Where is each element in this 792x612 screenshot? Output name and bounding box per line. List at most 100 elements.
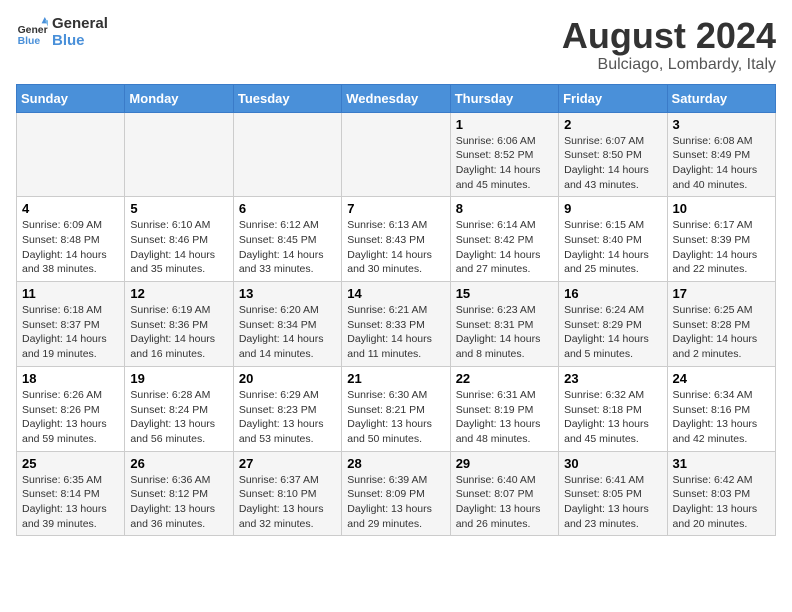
day-number: 6 bbox=[239, 201, 336, 216]
day-header-row: SundayMondayTuesdayWednesdayThursdayFrid… bbox=[17, 84, 776, 112]
day-info: Sunrise: 6:18 AMSunset: 8:37 PMDaylight:… bbox=[22, 303, 119, 362]
logo-icon: General Blue bbox=[16, 17, 48, 49]
day-info: Sunrise: 6:34 AMSunset: 8:16 PMDaylight:… bbox=[673, 388, 770, 447]
day-info: Sunrise: 6:37 AMSunset: 8:10 PMDaylight:… bbox=[239, 473, 336, 532]
day-info: Sunrise: 6:39 AMSunset: 8:09 PMDaylight:… bbox=[347, 473, 444, 532]
day-info: Sunrise: 6:35 AMSunset: 8:14 PMDaylight:… bbox=[22, 473, 119, 532]
day-number: 29 bbox=[456, 456, 553, 471]
calendar-cell: 2 Sunrise: 6:07 AMSunset: 8:50 PMDaylight… bbox=[559, 112, 667, 197]
week-row-5: 25 Sunrise: 6:35 AMSunset: 8:14 PMDayligh… bbox=[17, 451, 776, 536]
day-info: Sunrise: 6:20 AMSunset: 8:34 PMDaylight:… bbox=[239, 303, 336, 362]
day-number: 28 bbox=[347, 456, 444, 471]
day-number: 3 bbox=[673, 117, 770, 132]
page-header: General Blue General Blue August 2024 Bu… bbox=[16, 16, 776, 74]
day-info: Sunrise: 6:13 AMSunset: 8:43 PMDaylight:… bbox=[347, 218, 444, 277]
day-number: 7 bbox=[347, 201, 444, 216]
day-number: 19 bbox=[130, 371, 227, 386]
calendar-cell bbox=[125, 112, 233, 197]
calendar-cell: 5Sunrise: 6:10 AMSunset: 8:46 PMDaylight… bbox=[125, 197, 233, 282]
subtitle: Bulciago, Lombardy, Italy bbox=[562, 56, 776, 74]
day-number: 2 bbox=[564, 117, 661, 132]
day-header-sunday: Sunday bbox=[17, 84, 125, 112]
logo: General Blue General Blue bbox=[16, 16, 108, 49]
day-info: Sunrise: 6:10 AMSunset: 8:46 PMDaylight:… bbox=[130, 218, 227, 277]
week-row-2: 4 Sunrise: 6:09 AMSunset: 8:48 PMDaylight… bbox=[17, 197, 776, 282]
calendar-cell: 12 Sunrise: 6:19 AMSunset: 8:36 PMDayligh… bbox=[125, 282, 233, 367]
calendar-cell: 26 Sunrise: 6:36 AMSunset: 8:12 PMDayligh… bbox=[125, 451, 233, 536]
day-number: 13 bbox=[239, 286, 336, 301]
calendar-cell: 18 Sunrise: 6:26 AMSunset: 8:26 PMDayligh… bbox=[17, 366, 125, 451]
day-number: 22 bbox=[456, 371, 553, 386]
calendar-cell: 17Sunrise: 6:25 AMSunset: 8:28 PMDayligh… bbox=[667, 282, 775, 367]
day-info: Sunrise: 6:19 AMSunset: 8:36 PMDaylight:… bbox=[130, 303, 227, 362]
day-info: Sunrise: 6:08 AMSunset: 8:49 PMDaylight:… bbox=[673, 134, 770, 193]
day-info: Sunrise: 6:07 AMSunset: 8:50 PMDaylight:… bbox=[564, 134, 661, 193]
calendar-cell: 7 Sunrise: 6:13 AMSunset: 8:43 PMDaylight… bbox=[342, 197, 450, 282]
day-info: Sunrise: 6:26 AMSunset: 8:26 PMDaylight:… bbox=[22, 388, 119, 447]
calendar-cell: 14 Sunrise: 6:21 AMSunset: 8:33 PMDayligh… bbox=[342, 282, 450, 367]
calendar-cell: 27 Sunrise: 6:37 AMSunset: 8:10 PMDayligh… bbox=[233, 451, 341, 536]
day-info: Sunrise: 6:29 AMSunset: 8:23 PMDaylight:… bbox=[239, 388, 336, 447]
week-row-4: 18 Sunrise: 6:26 AMSunset: 8:26 PMDayligh… bbox=[17, 366, 776, 451]
day-info: Sunrise: 6:14 AMSunset: 8:42 PMDaylight:… bbox=[456, 218, 553, 277]
day-info: Sunrise: 6:31 AMSunset: 8:19 PMDaylight:… bbox=[456, 388, 553, 447]
svg-text:General: General bbox=[18, 25, 48, 36]
day-number: 11 bbox=[22, 286, 119, 301]
calendar-cell: 21 Sunrise: 6:30 AMSunset: 8:21 PMDayligh… bbox=[342, 366, 450, 451]
calendar-cell bbox=[342, 112, 450, 197]
day-header-friday: Friday bbox=[559, 84, 667, 112]
day-info: Sunrise: 6:41 AMSunset: 8:05 PMDaylight:… bbox=[564, 473, 661, 532]
day-number: 20 bbox=[239, 371, 336, 386]
week-row-1: 1Sunrise: 6:06 AMSunset: 8:52 PMDaylight… bbox=[17, 112, 776, 197]
calendar-table: SundayMondayTuesdayWednesdayThursdayFrid… bbox=[16, 84, 776, 537]
day-number: 10 bbox=[673, 201, 770, 216]
day-info: Sunrise: 6:25 AMSunset: 8:28 PMDaylight:… bbox=[673, 303, 770, 362]
calendar-cell: 6 Sunrise: 6:12 AMSunset: 8:45 PMDaylight… bbox=[233, 197, 341, 282]
day-header-tuesday: Tuesday bbox=[233, 84, 341, 112]
day-number: 27 bbox=[239, 456, 336, 471]
day-number: 31 bbox=[673, 456, 770, 471]
day-info: Sunrise: 6:32 AMSunset: 8:18 PMDaylight:… bbox=[564, 388, 661, 447]
calendar-cell: 3 Sunrise: 6:08 AMSunset: 8:49 PMDaylight… bbox=[667, 112, 775, 197]
calendar-cell: 20 Sunrise: 6:29 AMSunset: 8:23 PMDayligh… bbox=[233, 366, 341, 451]
day-header-monday: Monday bbox=[125, 84, 233, 112]
day-number: 25 bbox=[22, 456, 119, 471]
logo-line1: General bbox=[52, 16, 108, 33]
day-info: Sunrise: 6:30 AMSunset: 8:21 PMDaylight:… bbox=[347, 388, 444, 447]
day-info: Sunrise: 6:17 AMSunset: 8:39 PMDaylight:… bbox=[673, 218, 770, 277]
day-number: 8 bbox=[456, 201, 553, 216]
calendar-cell: 22 Sunrise: 6:31 AMSunset: 8:19 PMDayligh… bbox=[450, 366, 558, 451]
day-header-thursday: Thursday bbox=[450, 84, 558, 112]
calendar-cell: 1Sunrise: 6:06 AMSunset: 8:52 PMDaylight… bbox=[450, 112, 558, 197]
day-number: 14 bbox=[347, 286, 444, 301]
day-info: Sunrise: 6:23 AMSunset: 8:31 PMDaylight:… bbox=[456, 303, 553, 362]
day-info: Sunrise: 6:12 AMSunset: 8:45 PMDaylight:… bbox=[239, 218, 336, 277]
day-number: 16 bbox=[564, 286, 661, 301]
day-info: Sunrise: 6:40 AMSunset: 8:07 PMDaylight:… bbox=[456, 473, 553, 532]
day-info: Sunrise: 6:15 AMSunset: 8:40 PMDaylight:… bbox=[564, 218, 661, 277]
calendar-cell: 30 Sunrise: 6:41 AMSunset: 8:05 PMDayligh… bbox=[559, 451, 667, 536]
day-header-saturday: Saturday bbox=[667, 84, 775, 112]
day-number: 15 bbox=[456, 286, 553, 301]
calendar-cell: 29 Sunrise: 6:40 AMSunset: 8:07 PMDayligh… bbox=[450, 451, 558, 536]
day-info: Sunrise: 6:28 AMSunset: 8:24 PMDaylight:… bbox=[130, 388, 227, 447]
calendar-cell: 8 Sunrise: 6:14 AMSunset: 8:42 PMDaylight… bbox=[450, 197, 558, 282]
day-number: 23 bbox=[564, 371, 661, 386]
day-number: 12 bbox=[130, 286, 227, 301]
day-number: 21 bbox=[347, 371, 444, 386]
calendar-cell: 11 Sunrise: 6:18 AMSunset: 8:37 PMDayligh… bbox=[17, 282, 125, 367]
day-info: Sunrise: 6:09 AMSunset: 8:48 PMDaylight:… bbox=[22, 218, 119, 277]
day-info: Sunrise: 6:06 AMSunset: 8:52 PMDaylight:… bbox=[456, 134, 553, 193]
day-number: 24 bbox=[673, 371, 770, 386]
calendar-cell: 31Sunrise: 6:42 AMSunset: 8:03 PMDayligh… bbox=[667, 451, 775, 536]
day-info: Sunrise: 6:21 AMSunset: 8:33 PMDaylight:… bbox=[347, 303, 444, 362]
calendar-cell: 13 Sunrise: 6:20 AMSunset: 8:34 PMDayligh… bbox=[233, 282, 341, 367]
day-number: 4 bbox=[22, 201, 119, 216]
calendar-cell: 19 Sunrise: 6:28 AMSunset: 8:24 PMDayligh… bbox=[125, 366, 233, 451]
day-info: Sunrise: 6:36 AMSunset: 8:12 PMDaylight:… bbox=[130, 473, 227, 532]
calendar-cell: 9Sunrise: 6:15 AMSunset: 8:40 PMDaylight… bbox=[559, 197, 667, 282]
day-number: 30 bbox=[564, 456, 661, 471]
day-number: 18 bbox=[22, 371, 119, 386]
title-block: August 2024 Bulciago, Lombardy, Italy bbox=[562, 16, 776, 74]
day-number: 26 bbox=[130, 456, 227, 471]
